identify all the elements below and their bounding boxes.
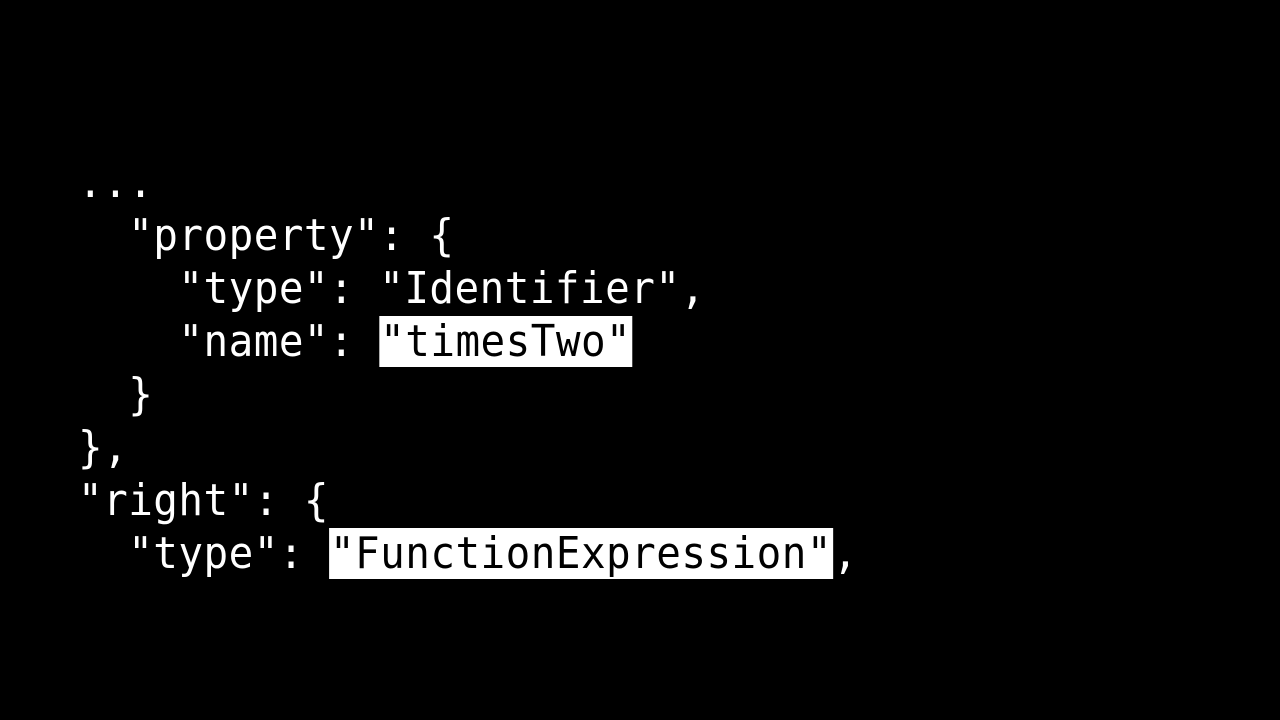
code-text: "property": { [128,210,455,261]
code-text: }, [78,422,129,473]
code-text-trailing-comma: , [832,528,859,579]
code-text: "type": [128,528,330,579]
code-line-property-close: } [78,368,858,421]
code-line-object-close: }, [78,421,858,474]
code-line-ellipsis: ... [78,156,858,209]
code-text: } [128,369,154,420]
highlighted-value-functionexpression: "FunctionExpression" [329,528,833,579]
code-text: "type": "Identifier", [178,263,706,314]
code-block: ... "property": { "type": "Identifier", … [78,156,858,580]
code-text: ... [78,157,154,208]
code-text: "right": { [78,475,330,526]
code-line-name: "name": "timesTwo" [78,315,858,368]
code-line-property-open: "property": { [78,209,858,262]
highlighted-value-timestwo: "timesTwo" [379,316,633,367]
code-line-type-identifier: "type": "Identifier", [78,262,858,315]
code-line-right-open: "right": { [78,474,858,527]
code-line-type-function-expression: "type": "FunctionExpression", [78,527,858,580]
code-text: "name": [178,316,380,367]
